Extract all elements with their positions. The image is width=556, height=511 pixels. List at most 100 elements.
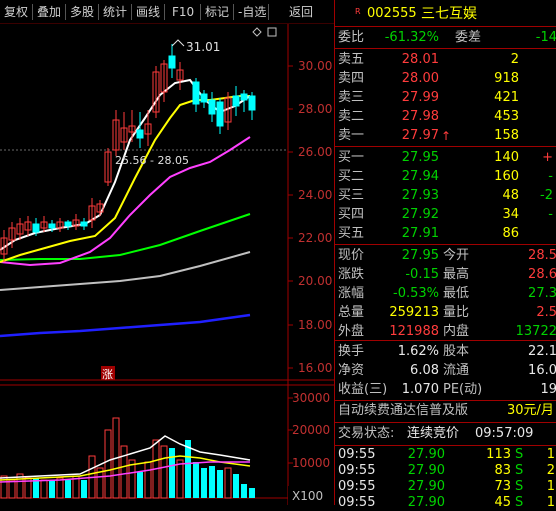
stat-label: 现价 [338,248,365,263]
stat-label: 最低 [443,286,470,301]
tick-flag: S [515,479,524,494]
stat-row: 外盘 121988 内盘 13722 [335,322,556,342]
stat-value: 13722 [515,324,556,339]
status-value: 连续竞价 [407,426,460,441]
buy-volume: 48 [502,188,519,203]
ad-row[interactable]: 自动续费通达信普及版 30元/月 [335,401,556,421]
sell-price: 27.98 [401,109,439,124]
sell-label: 卖一 [338,128,365,143]
tick-row: 09:55 27.90 113 S 1 [335,447,556,463]
price-axis-label: 18.00 [298,318,332,332]
buy-change: -2 [540,188,553,203]
tick-row: 09:55 27.90 83 S 2 [335,463,556,479]
volume-unit: X100 [292,489,323,503]
stat-value: 121988 [389,324,439,339]
stock-header: R 002555 三七互娱 [335,4,556,26]
stat-row: 收益(三) 1.070 PE(动) 19 [335,380,556,400]
sell-label: 卖五 [338,52,365,67]
sell-row: 卖五 28.01 2 [335,50,556,70]
price-axis-label: 24.00 [298,188,332,202]
weicha-label: 委差 [455,30,482,45]
toolbar-mark-button[interactable]: 标记 [205,3,229,21]
annotation-range: 25.56 - 28.05 [115,154,189,167]
stock-name: 三七互娱 [421,6,477,22]
buy-label: 买四 [338,207,365,222]
kline-chart[interactable]: 31.01 25.56 - 28.05 涨 30.00 28.00 26.00 … [0,0,334,505]
tick-volume: 83 [494,463,511,478]
price-axis-label: 28.00 [298,102,332,116]
buy-label: 买二 [338,169,365,184]
r-badge: R [355,7,361,16]
tick-row: 09:55 27.90 73 S 1 [335,479,556,495]
stat-label: PE(动) [443,382,483,397]
buy-volume: 86 [502,226,519,241]
tick-count: 1 [546,479,555,494]
toolbar-draw-line-button[interactable]: 画线 [136,3,160,21]
tick-time: 09:55 [338,479,376,494]
weibi-label: 委比 [338,30,365,45]
stat-label: 总量 [338,305,365,320]
tick-count: 1 [546,495,555,510]
sell-price: 27.99 [401,90,439,105]
price-axis-label: 22.00 [298,231,332,245]
stat-value: 28.6 [528,267,556,282]
weibi-row: 委比 -61.32% 委差 -14 [335,28,556,48]
stat-value: -0.15 [405,267,439,282]
tick-volume: 73 [494,479,511,494]
price-axis-label: 30.00 [298,59,332,73]
stat-label: 涨跌 [338,267,365,282]
stat-label: 净资 [338,363,365,378]
price-axis-label: 16.00 [298,361,332,375]
tick-price: 27.90 [407,479,445,494]
buy-change: - [548,169,553,184]
stat-value: -0.53% [393,286,439,301]
toolbar-back-button[interactable]: 返回 [273,3,329,21]
stat-value: 22.1 [528,344,556,359]
sell-row: 卖四 28.00 918 [335,69,556,89]
tick-time: 09:55 [338,447,376,462]
stat-value: 27.3 [528,286,556,301]
toolbar-remove-watchlist-button[interactable]: -自选 [238,3,266,21]
buy-price: 27.95 [401,150,439,165]
tick-flag: S [515,447,524,462]
stat-row: 总量 259213 量比 2.5 [335,303,556,323]
stat-row: 涨跌 -0.15 最高 28.6 [335,265,556,285]
stat-label: 内盘 [443,324,470,339]
ad-price[interactable]: 30元/月 [507,401,554,421]
toolbar-multi-stock-button[interactable]: 多股 [70,3,94,21]
stat-value: 1.62% [397,344,439,359]
buy-row: 买二 27.94 160 - [335,167,556,187]
rise-marker: 涨 [102,368,113,381]
sell-volume: 918 [494,71,519,86]
stat-label: 换手 [338,344,365,359]
buy-row: 买三 27.93 48 -2 [335,186,556,206]
sell-volume: 453 [494,109,519,124]
volume-axis-label: 20000 [292,423,330,437]
buy-price: 27.91 [401,226,439,241]
toolbar-overlay-button[interactable]: 叠加 [37,3,61,21]
volume-axis-label: 30000 [292,391,330,405]
buy-row: 买四 27.92 34 - [335,205,556,225]
ad-text[interactable]: 自动续费通达信普及版 [338,401,468,421]
tick-row: 09:55 27.90 45 S 1 [335,495,556,511]
toolbar-f10-button[interactable]: F10 [172,3,194,21]
quote-panel: R 002555 三七互娱 委比 -61.32% 委差 -14 自动续费通达信普… [334,0,556,510]
stat-label: 收益(三) [338,382,388,397]
sell-price: 28.00 [401,71,439,86]
sell-volume: 421 [494,90,519,105]
buy-row: 买五 27.91 86 [335,224,556,244]
stat-value: 27.95 [401,248,439,263]
toolbar-restore-rights-button[interactable]: 复权 [4,3,28,21]
volume-axis-label: 10000 [292,456,330,470]
buy-label: 买五 [338,226,365,241]
toolbar-statistics-button[interactable]: 统计 [103,3,127,21]
stat-value: 16.0 [528,363,556,378]
buy-label: 买一 [338,150,365,165]
annotation-high: 31.01 [186,40,220,54]
buy-volume: 160 [494,169,519,184]
buy-price: 27.93 [401,188,439,203]
stock-code: 002555 [367,6,417,21]
stat-label: 今开 [443,248,470,263]
stat-value: 1.070 [401,382,439,397]
stat-label: 流通 [443,363,470,378]
